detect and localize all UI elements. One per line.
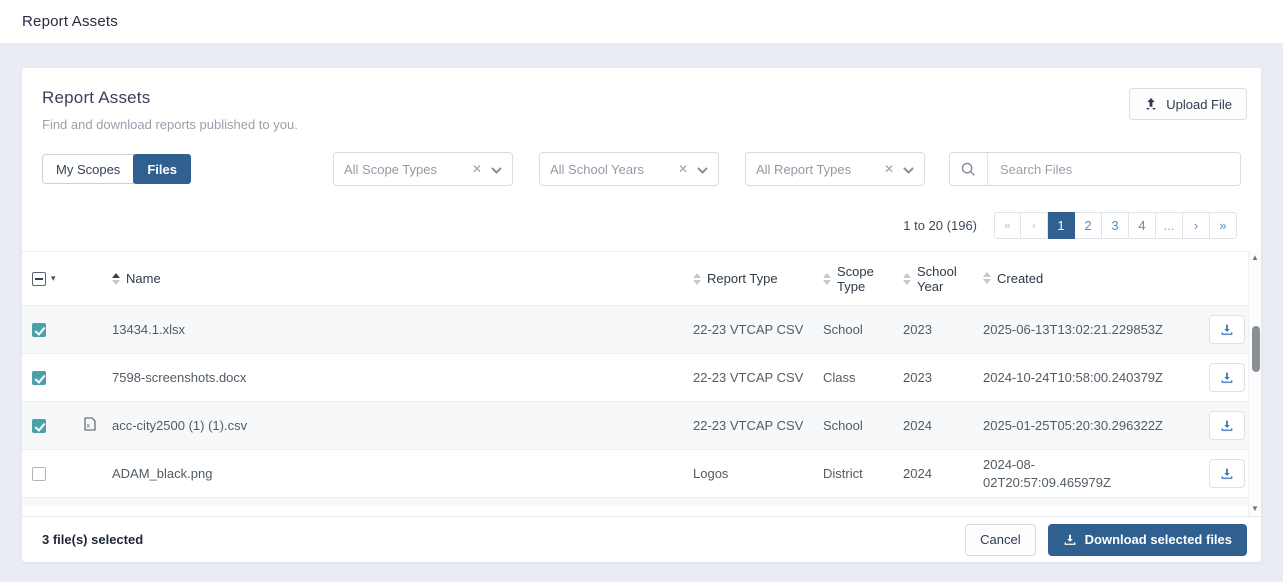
download-file-button[interactable] [1209, 315, 1245, 344]
svg-text:x: x [87, 423, 91, 430]
scroll-up-icon[interactable]: ▲ [1251, 254, 1259, 262]
card-title: Report Assets [42, 88, 298, 108]
scope-types-dropdown[interactable]: All Scope Types ✕ [333, 152, 513, 186]
column-header-created[interactable]: Created [983, 270, 1183, 288]
column-header-school-year[interactable]: School Year [903, 264, 983, 294]
page-2-button[interactable]: 2 [1075, 212, 1102, 239]
files-table: ▾ Name Report Type Scope Type School Yea… [22, 251, 1261, 516]
column-header-scope-type[interactable]: Scope Type [823, 264, 903, 294]
download-file-button[interactable] [1209, 411, 1245, 440]
tab-files[interactable]: Files [133, 154, 191, 184]
select-menu-caret-icon[interactable]: ▾ [51, 273, 56, 284]
upload-icon [1144, 97, 1158, 111]
download-selected-button[interactable]: Download selected files [1048, 524, 1247, 556]
top-bar: Report Assets [0, 0, 1283, 44]
pager: « ‹ 1 2 3 4 ... › » [994, 212, 1237, 239]
page-last-button[interactable]: » [1210, 212, 1237, 239]
selected-count: 3 file(s) selected [42, 532, 143, 547]
csv-file-icon: x [84, 417, 96, 434]
file-name: acc-city2500 (1) (1).csv [112, 418, 693, 433]
report-assets-card: Report Assets Find and download reports … [22, 68, 1261, 562]
sort-icon [823, 273, 831, 285]
clear-icon[interactable]: ✕ [678, 162, 688, 176]
table-row[interactable]: x acc-city2500 (1) (1).csv 22-23 VTCAP C… [22, 402, 1261, 450]
cancel-button[interactable]: Cancel [965, 524, 1035, 556]
sort-icon [693, 273, 701, 285]
upload-file-button[interactable]: Upload File [1129, 88, 1247, 120]
school-years-dropdown[interactable]: All School Years ✕ [539, 152, 719, 186]
row-checkbox[interactable] [32, 371, 46, 385]
search-input[interactable] [988, 153, 1240, 185]
clear-icon[interactable]: ✕ [884, 162, 894, 176]
table-header-row: ▾ Name Report Type Scope Type School Yea… [22, 251, 1261, 306]
sort-icon [983, 272, 991, 284]
partial-next-row [22, 498, 1261, 506]
pagination-row: 1 to 20 (196) « ‹ 1 2 3 4 ... › » [22, 204, 1261, 251]
chevron-down-icon [903, 162, 914, 177]
row-checkbox[interactable] [32, 467, 46, 481]
card-header: Report Assets Find and download reports … [22, 68, 1261, 146]
row-checkbox[interactable] [32, 323, 46, 337]
tab-my-scopes[interactable]: My Scopes [42, 154, 134, 184]
chevron-down-icon [491, 162, 502, 177]
page-title: Report Assets [22, 13, 118, 30]
table-row[interactable]: 13434.1.xlsx 22-23 VTCAP CSV School 2023… [22, 306, 1261, 354]
view-toggle: My Scopes Files [42, 154, 191, 184]
page-3-button[interactable]: 3 [1102, 212, 1129, 239]
pagination-summary: 1 to 20 (196) [903, 218, 977, 233]
page-prev-button[interactable]: ‹ [1021, 212, 1048, 239]
column-header-name[interactable]: Name [112, 271, 693, 286]
search-icon [950, 153, 988, 185]
file-name: 7598-screenshots.docx [112, 370, 693, 385]
page-next-button[interactable]: › [1183, 212, 1210, 239]
row-checkbox[interactable] [32, 419, 46, 433]
sort-icon [903, 273, 911, 285]
page-ellipsis: ... [1156, 212, 1183, 239]
page-1-button[interactable]: 1 [1048, 212, 1075, 239]
file-name: ADAM_black.png [112, 466, 693, 481]
sort-icon [112, 273, 120, 285]
table-row[interactable]: 7598-screenshots.docx 22-23 VTCAP CSV Cl… [22, 354, 1261, 402]
file-name: 13434.1.xlsx [112, 322, 693, 337]
page-first-button[interactable]: « [994, 212, 1021, 239]
select-all-checkbox[interactable] [32, 272, 46, 286]
table-body: 13434.1.xlsx 22-23 VTCAP CSV School 2023… [22, 306, 1261, 506]
column-header-report-type[interactable]: Report Type [693, 271, 823, 286]
report-types-dropdown[interactable]: All Report Types ✕ [745, 152, 925, 186]
search-box [949, 152, 1241, 186]
card-subtitle: Find and download reports published to y… [42, 117, 298, 132]
scroll-down-icon[interactable]: ▼ [1251, 505, 1259, 513]
clear-icon[interactable]: ✕ [472, 162, 482, 176]
download-file-button[interactable] [1209, 459, 1245, 488]
download-file-button[interactable] [1209, 363, 1245, 392]
scrollbar-thumb[interactable] [1252, 326, 1260, 372]
selection-footer: 3 file(s) selected Cancel Download selec… [22, 516, 1261, 562]
page-4-button[interactable]: 4 [1129, 212, 1156, 239]
filter-bar: My Scopes Files All Scope Types ✕ All Sc… [22, 146, 1261, 204]
download-icon [1063, 533, 1077, 547]
vertical-scrollbar[interactable]: ▲ ▼ [1248, 251, 1261, 516]
table-row[interactable]: ADAM_black.png Logos District 2024 2024-… [22, 450, 1261, 498]
chevron-down-icon [697, 162, 708, 177]
